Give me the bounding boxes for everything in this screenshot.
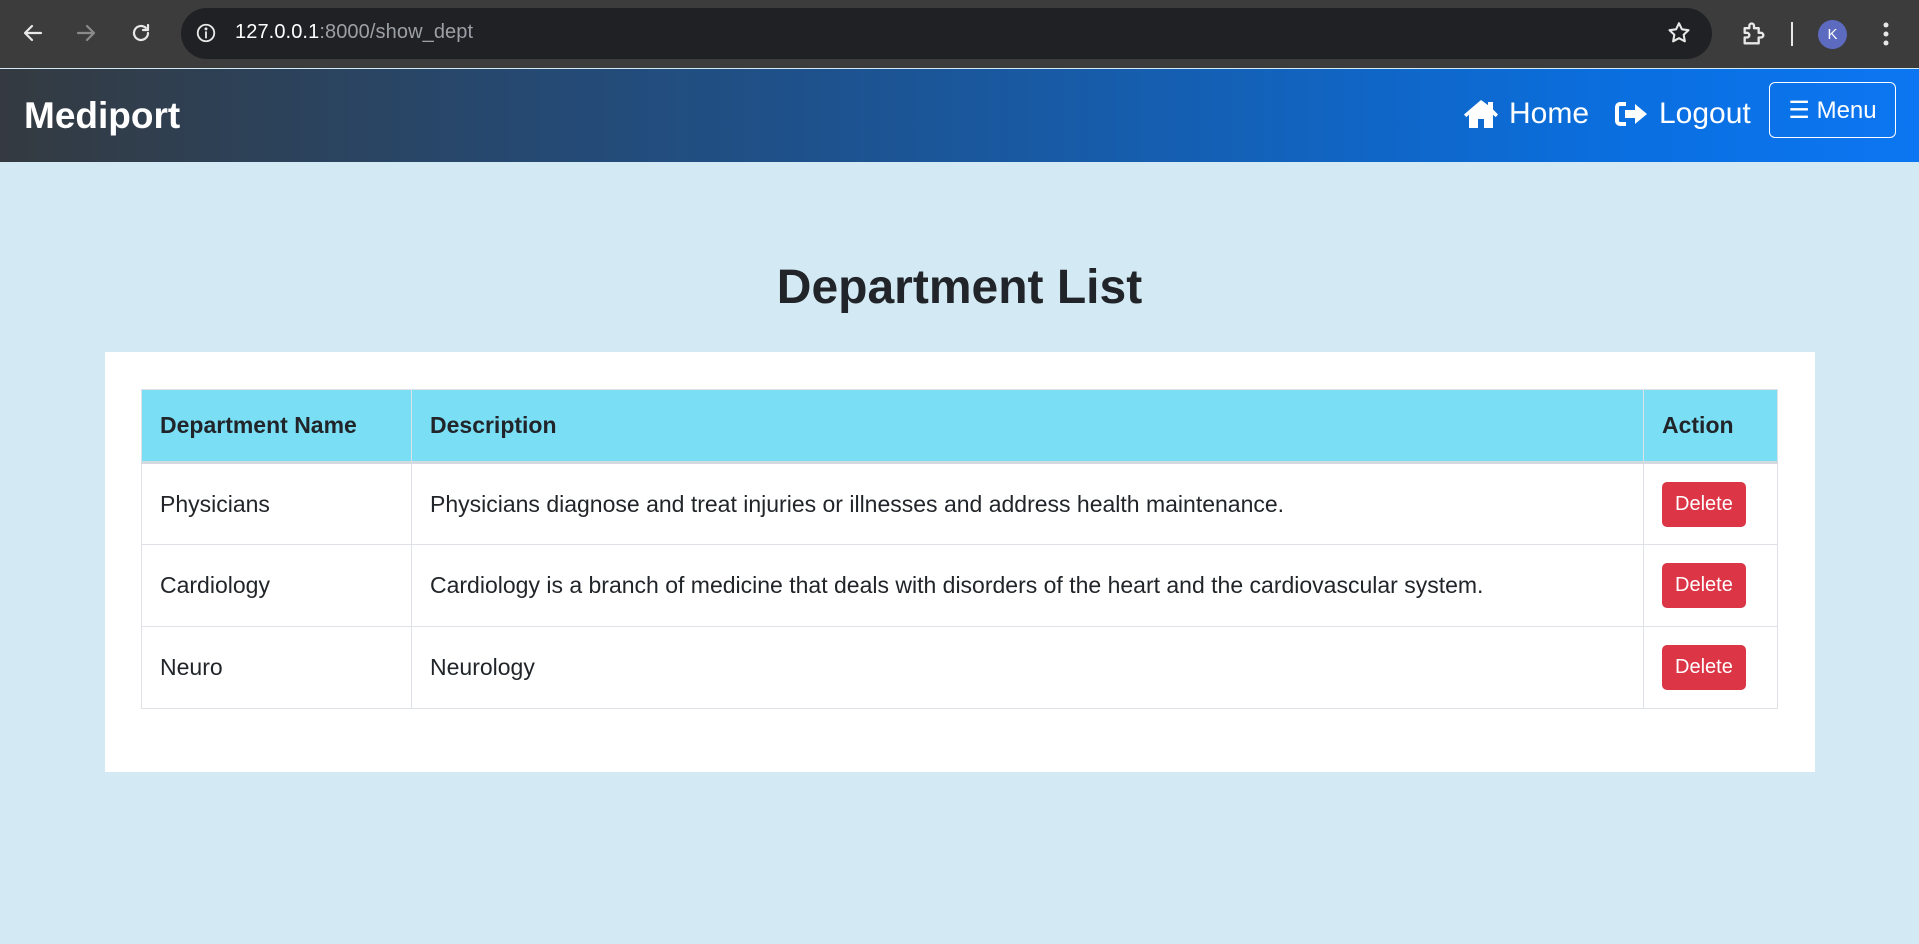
url-host: 127.0.0.1 bbox=[235, 21, 320, 43]
brand-logo-text[interactable]: Mediport bbox=[24, 95, 180, 137]
address-bar[interactable]: 127.0.0.1:8000/show_dept bbox=[181, 8, 1712, 59]
bookmark-star-icon[interactable] bbox=[1666, 20, 1692, 46]
action-cell: Delete bbox=[1643, 544, 1778, 627]
column-header-action: Action bbox=[1643, 389, 1778, 464]
action-cell: Delete bbox=[1643, 462, 1778, 545]
department-name-cell: Neuro bbox=[141, 626, 412, 709]
menu-button[interactable]: ☰ Menu bbox=[1769, 82, 1896, 138]
department-table: Department Name Description Action Physi… bbox=[141, 389, 1778, 709]
reload-icon[interactable] bbox=[126, 18, 156, 48]
browser-menu-kebab-icon[interactable] bbox=[1876, 18, 1896, 50]
site-info-icon[interactable] bbox=[195, 22, 217, 44]
delete-button[interactable]: Delete bbox=[1662, 481, 1746, 527]
department-table-card: Department Name Description Action Physi… bbox=[105, 352, 1815, 772]
forward-arrow-icon[interactable] bbox=[71, 18, 101, 48]
logout-link[interactable]: Logout bbox=[1613, 97, 1751, 131]
action-cell: Delete bbox=[1643, 626, 1778, 709]
description-cell: Cardiology is a branch of medicine that … bbox=[411, 544, 1644, 627]
delete-button[interactable]: Delete bbox=[1662, 645, 1746, 690]
extensions-puzzle-icon[interactable] bbox=[1740, 20, 1768, 48]
description-cell: Neurology bbox=[411, 626, 1644, 709]
url-text[interactable]: 127.0.0.1:8000/show_dept bbox=[235, 21, 473, 44]
column-header-department-name: Department Name bbox=[141, 389, 412, 464]
profile-avatar[interactable]: K bbox=[1818, 20, 1847, 49]
department-name-cell: Physicians bbox=[141, 462, 412, 545]
page-title: Department List bbox=[776, 261, 1143, 314]
logout-label: Logout bbox=[1659, 97, 1751, 130]
browser-toolbar: 127.0.0.1:8000/show_dept K bbox=[0, 0, 1919, 68]
table-row: Neuro Neurology Delete bbox=[141, 626, 1778, 709]
url-path: :8000/show_dept bbox=[319, 21, 474, 43]
home-icon bbox=[1464, 100, 1498, 128]
description-cell: Physicians diagnose and treat injuries o… bbox=[411, 462, 1644, 545]
delete-button[interactable]: Delete bbox=[1662, 563, 1746, 608]
table-row: Cardiology Cardiology is a branch of med… bbox=[141, 544, 1778, 627]
table-row: Physicians Physicians diagnose and treat… bbox=[141, 462, 1778, 545]
table-header-row: Department Name Description Action bbox=[141, 389, 1778, 464]
menu-button-label: ☰ Menu bbox=[1788, 96, 1877, 124]
home-link[interactable]: Home bbox=[1463, 97, 1589, 131]
back-arrow-icon[interactable] bbox=[18, 18, 48, 48]
department-name-cell: Cardiology bbox=[141, 544, 412, 627]
home-label: Home bbox=[1509, 97, 1590, 130]
logout-icon bbox=[1615, 102, 1647, 126]
app-navbar: Mediport Home Logout ☰ Menu bbox=[0, 69, 1919, 162]
toolbar-divider bbox=[1791, 22, 1793, 46]
column-header-description: Description bbox=[411, 389, 1644, 464]
